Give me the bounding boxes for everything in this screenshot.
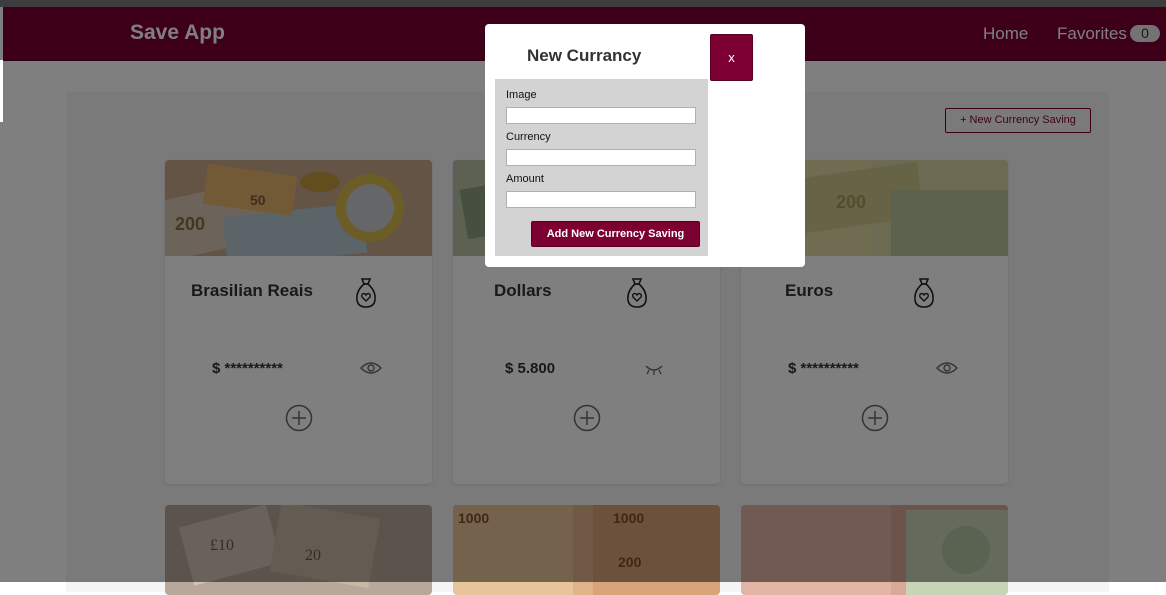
image-label: Image: [506, 89, 537, 101]
currency-label: Currency: [506, 131, 551, 143]
add-new-currency-saving-button[interactable]: Add New Currency Saving: [531, 221, 700, 247]
window-edge: [0, 60, 3, 122]
new-currency-form: Image Currency Amount Add New Currency S…: [495, 79, 708, 256]
image-input[interactable]: [506, 107, 696, 124]
currency-input[interactable]: [506, 149, 696, 166]
new-currency-modal: New Currancy x Image Currency Amount Add…: [485, 24, 805, 267]
modal-title: New Currancy: [527, 46, 642, 65]
amount-input[interactable]: [506, 191, 696, 208]
close-button[interactable]: x: [710, 34, 753, 81]
amount-label: Amount: [506, 173, 544, 185]
